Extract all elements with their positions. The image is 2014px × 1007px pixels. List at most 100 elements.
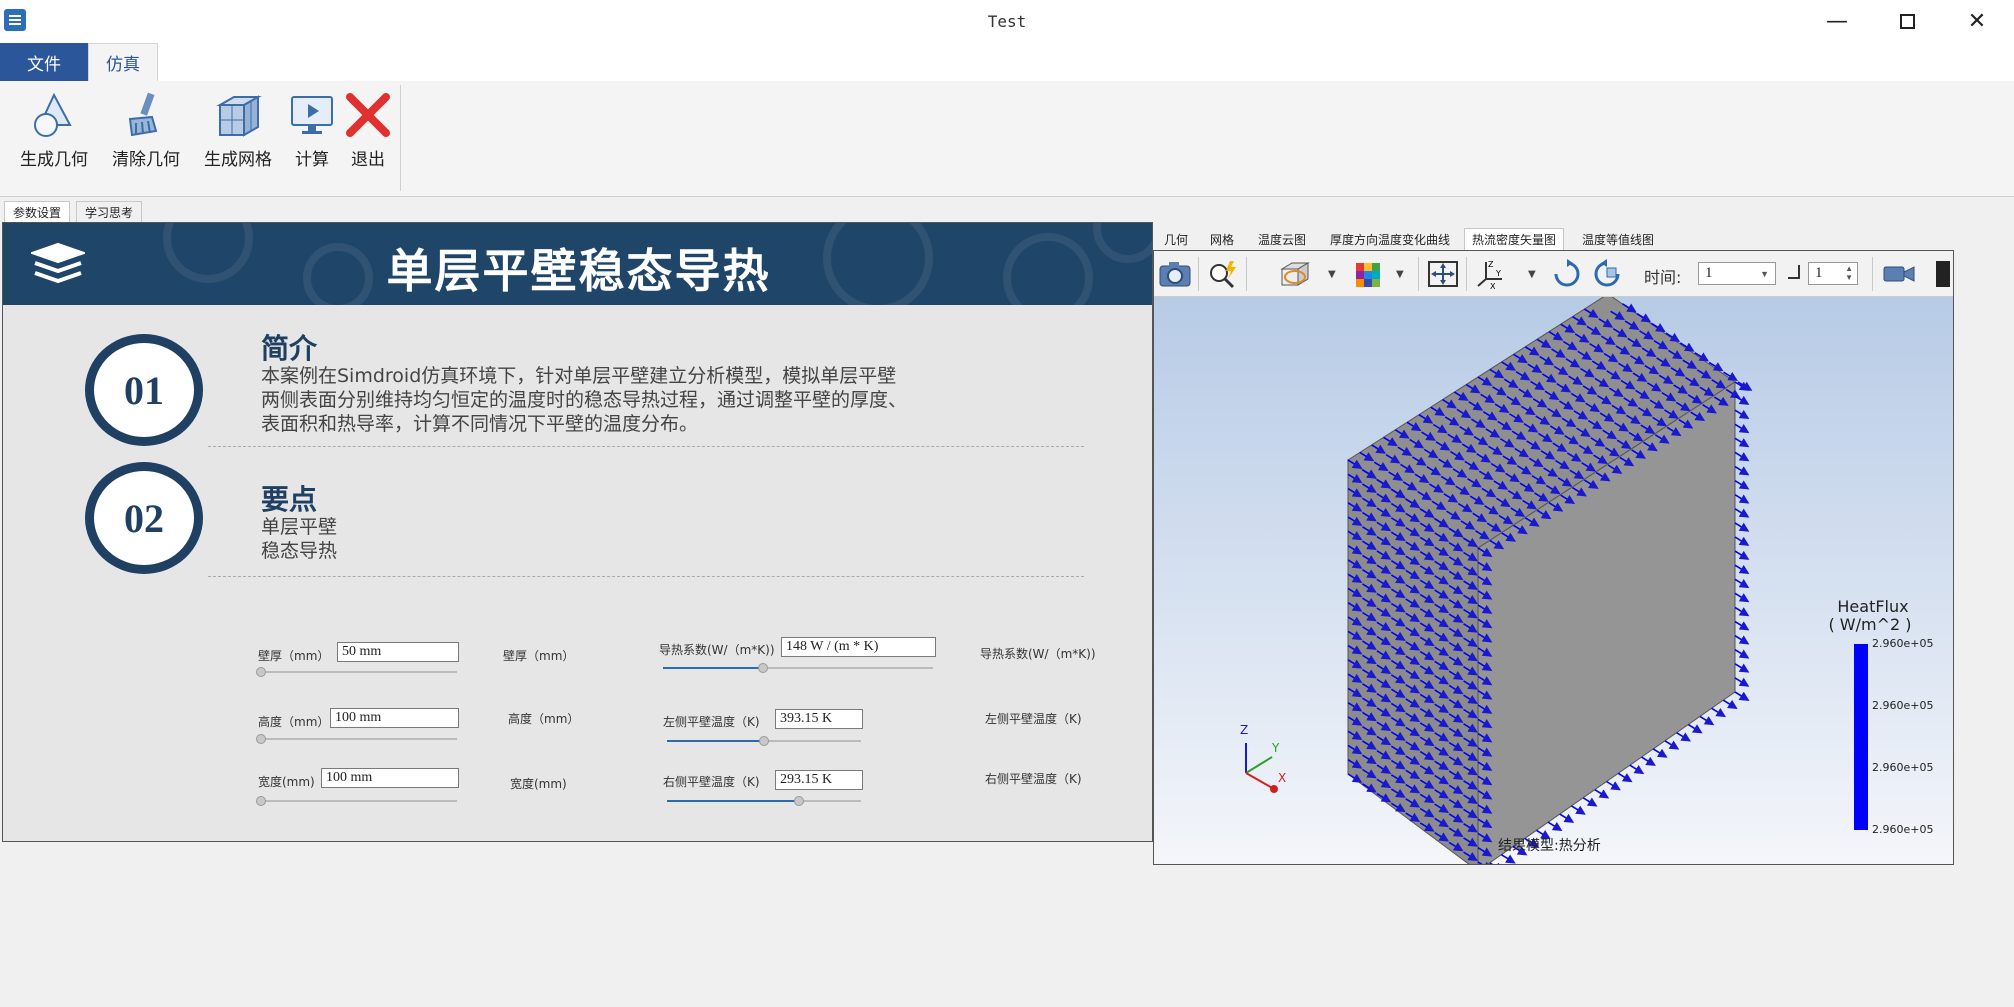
- right-temp-label: 右侧平壁温度（K): [663, 775, 760, 789]
- conductivity-slider[interactable]: [663, 663, 933, 673]
- thickness-slider[interactable]: [256, 667, 457, 677]
- 3d-viewer: ▼ ▼ ZYX ▼ 时间: 1 ▼ 1 ▲ ▼ Z Y X HeatFlux (…: [1153, 250, 1954, 865]
- heat-flux-arrow: [1664, 740, 1680, 750]
- heat-flux-arrow: [1547, 821, 1563, 832]
- thickness-input[interactable]: 50 mm: [337, 642, 459, 662]
- height-input[interactable]: 100 mm: [330, 708, 459, 728]
- tab-parameter-settings[interactable]: 参数设置: [4, 201, 71, 222]
- menu-bar: 文件 仿真: [0, 43, 2014, 81]
- viewer-tab-heat-flux-vector[interactable]: 热流密度矢量图: [1464, 228, 1565, 250]
- ribbon: 生成几何 清除几何 生成网格 计算 退出: [0, 81, 2014, 197]
- intro-line-1: 本案例在Simdroid仿真环境下，针对单层平壁建立分析模型，模拟单层平壁: [261, 365, 897, 387]
- viewer-tab-temperature-contour[interactable]: 温度云图: [1251, 228, 1313, 250]
- camera-icon[interactable]: [1158, 259, 1192, 289]
- divider: [208, 446, 1084, 447]
- window-title: Test: [987, 12, 1027, 31]
- heat-flux-arrow: [1734, 536, 1750, 546]
- toolbar-overflow-icon[interactable]: [1936, 261, 1950, 287]
- axis-z-label: Z: [1240, 723, 1249, 737]
- heat-flux-arrow: [1722, 699, 1738, 709]
- heat-flux-arrow: [1559, 813, 1575, 823]
- generate-mesh-label: 生成网格: [204, 150, 272, 170]
- viewer-tab-geometry[interactable]: 几何: [1157, 228, 1195, 250]
- time-label: 时间:: [1644, 268, 1682, 287]
- step-icon: [1788, 265, 1800, 279]
- intro-line-3: 表面积和热导率，计算不同情况下平壁的温度分布。: [261, 413, 699, 435]
- section-plane-icon[interactable]: [1278, 259, 1312, 289]
- legend-title: HeatFlux: [1837, 597, 1909, 616]
- width-label: 宽度(mm): [258, 775, 315, 789]
- model-canvas[interactable]: Z Y X HeatFlux ( W/m^2 ) 2.960e+05 2.960…: [1154, 293, 1953, 864]
- width-slider[interactable]: [256, 796, 457, 806]
- heat-flux-arrow: [1734, 606, 1750, 617]
- legend-value: 2.960e+05: [1872, 699, 1934, 712]
- heat-flux-arrow: [1734, 649, 1750, 659]
- heat-flux-arrow: [1699, 715, 1715, 726]
- exit-button[interactable]: 退出: [344, 91, 392, 170]
- clear-geometry-button[interactable]: 清除几何: [108, 91, 184, 170]
- heat-flux-arrow: [1734, 691, 1750, 701]
- clear-geometry-label: 清除几何: [112, 150, 180, 170]
- axis-y-label: Y: [1272, 741, 1280, 755]
- generate-geometry-button[interactable]: 生成几何: [16, 91, 92, 170]
- axes-orientation-icon[interactable]: ZYX: [1474, 259, 1508, 291]
- heat-flux-arrow: [1737, 381, 1753, 391]
- viewer-tab-thickness-temp-curve[interactable]: 厚度方向温度变化曲线: [1323, 228, 1457, 250]
- right-temp-slider[interactable]: [667, 796, 861, 806]
- heat-flux-arrow: [1582, 797, 1598, 807]
- section-heading-intro: 简介: [261, 332, 318, 365]
- heat-flux-arrow: [1734, 381, 1750, 391]
- intro-line-2: 两侧表面分别维持均匀恒定的温度时的稳态导热过程，通过调整平壁的厚度、: [261, 389, 908, 411]
- zoom-lightning-icon[interactable]: [1206, 259, 1240, 289]
- viewer-toolbar: ▼ ▼ ZYX ▼ 时间: 1 ▼ 1 ▲ ▼: [1154, 251, 1953, 297]
- keypoint-2: 稳态导热: [261, 540, 338, 562]
- heat-flux-arrow: [1617, 772, 1633, 783]
- rotate-ccw-icon[interactable]: [1590, 259, 1624, 289]
- minimize-button[interactable]: —: [1802, 0, 1872, 43]
- maximize-button[interactable]: [1872, 0, 1942, 43]
- compute-button[interactable]: 计算: [286, 91, 338, 170]
- thickness-value-label: 壁厚（mm）: [503, 649, 575, 663]
- width-input[interactable]: 100 mm: [321, 768, 459, 788]
- heat-flux-arrow: [1711, 707, 1726, 718]
- close-button[interactable]: ✕: [1942, 0, 2012, 43]
- heat-flux-arrow: [1734, 550, 1750, 560]
- heat-flux-arrow: [1734, 592, 1750, 603]
- right-temp-input[interactable]: 293.15 K: [775, 770, 863, 790]
- height-value-label: 高度（mm）: [508, 712, 580, 726]
- legend-color-bar: [1854, 644, 1868, 830]
- keypoint-1: 单层平壁: [261, 516, 338, 538]
- heat-flux-arrow: [1734, 494, 1750, 504]
- heat-flux-arrow: [1734, 437, 1750, 448]
- section-number-02: 02: [85, 462, 203, 574]
- mesh-cube-icon: [214, 91, 262, 139]
- menu-simulation[interactable]: 仿真: [88, 43, 158, 81]
- banner: 单层平壁稳态导热: [3, 223, 1152, 305]
- rotate-cw-icon[interactable]: [1550, 259, 1584, 289]
- heat-flux-arrow: [1734, 620, 1750, 631]
- generate-mesh-button[interactable]: 生成网格: [200, 91, 276, 170]
- time-select[interactable]: 1 ▼: [1698, 262, 1776, 285]
- left-temp-slider[interactable]: [667, 736, 861, 746]
- step-spinner[interactable]: 1 ▲ ▼: [1808, 262, 1858, 285]
- conductivity-value-label: 导热系数(W/（m*K)): [980, 647, 1096, 661]
- heat-flux-arrow: [1734, 634, 1750, 645]
- heat-flux-arrow: [1734, 564, 1750, 575]
- height-slider[interactable]: [256, 734, 457, 744]
- svg-text:Y: Y: [1495, 269, 1501, 278]
- heat-flux-arrow: [1734, 663, 1750, 673]
- heat-flux-arrow: [1734, 508, 1750, 518]
- video-camera-icon[interactable]: [1882, 259, 1916, 289]
- heat-flux-arrow: [1652, 748, 1668, 758]
- left-temp-input[interactable]: 393.15 K: [775, 709, 863, 729]
- tab-learning-thinking[interactable]: 学习思考: [76, 201, 143, 222]
- fit-view-icon[interactable]: [1426, 259, 1460, 289]
- viewer-tab-temperature-isoline[interactable]: 温度等值线图: [1575, 228, 1661, 250]
- color-cube-icon[interactable]: [1352, 259, 1386, 289]
- conductivity-input[interactable]: 148 W / (m * K): [781, 637, 936, 657]
- compute-label: 计算: [295, 150, 329, 170]
- menu-file[interactable]: 文件: [0, 43, 88, 81]
- viewer-tab-mesh[interactable]: 网格: [1203, 228, 1241, 250]
- legend-unit: ( W/m^2 ): [1828, 615, 1912, 634]
- heat-flux-arrow: [1734, 395, 1750, 405]
